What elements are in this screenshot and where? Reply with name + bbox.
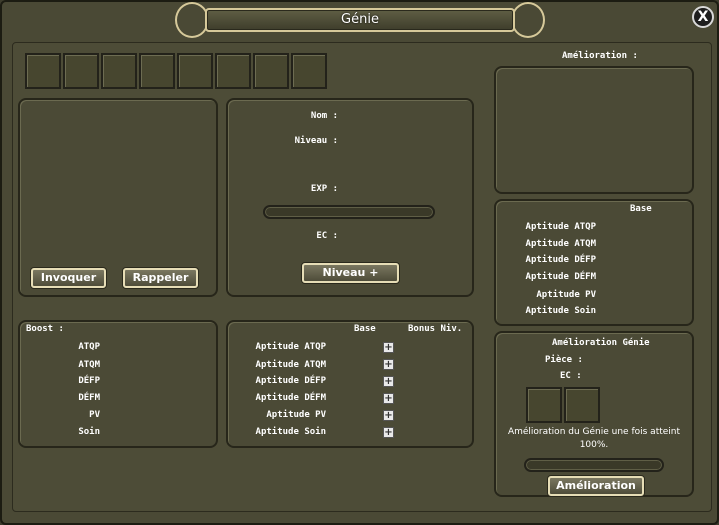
upgrade-title: Amélioration Génie <box>552 338 650 348</box>
genie-slot[interactable] <box>253 53 289 89</box>
title-plate: Génie <box>205 8 515 32</box>
invoke-button[interactable]: Invoquer <box>31 268 106 288</box>
aptitude-plus-icon[interactable]: + <box>383 376 394 387</box>
genie-slot[interactable] <box>25 53 61 89</box>
title-bar[interactable]: Génie <box>175 2 545 38</box>
genie-slot[interactable] <box>139 53 175 89</box>
base-aptitude-item: Aptitude DÉFM <box>525 272 596 282</box>
exp-progress-bar <box>263 205 435 219</box>
upgrade-message-line-2: 100%. <box>579 440 609 450</box>
close-icon[interactable]: X <box>692 6 714 28</box>
base-header: Base <box>630 204 652 214</box>
recall-button[interactable]: Rappeler <box>123 268 198 288</box>
upgrade-ec-label: EC : <box>560 371 582 381</box>
upgrade-button[interactable]: Amélioration <box>548 476 644 496</box>
boost-item: ATQM <box>78 360 100 370</box>
aptitude-plus-icon[interactable]: + <box>383 359 394 370</box>
piece-label: Pièce : <box>545 355 583 365</box>
name-label: Nom : <box>310 111 338 121</box>
boost-title: Boost : <box>26 324 64 334</box>
exp-label: EXP : <box>310 184 338 194</box>
aptitude-item: Aptitude DÉFM <box>255 393 326 403</box>
boost-item: Soin <box>78 427 100 437</box>
upgrade-message-line-1: Amélioration du Génie une fois atteint <box>507 427 681 437</box>
genie-slot[interactable] <box>291 53 327 89</box>
boost-item: ATQP <box>78 342 100 352</box>
amelioration-title: Amélioration : <box>562 51 638 61</box>
aptitude-base-header: Base <box>354 324 376 334</box>
base-aptitude-item: Aptitude ATQM <box>525 239 596 249</box>
aptitude-plus-icon[interactable]: + <box>383 393 394 404</box>
level-up-button[interactable]: Niveau + <box>302 263 399 283</box>
aptitude-plus-icon[interactable]: + <box>383 342 394 353</box>
level-label: Niveau : <box>294 136 338 146</box>
window-title: Génie <box>341 12 379 27</box>
aptitude-bonus-header: Bonus Niv. <box>408 324 463 334</box>
upgrade-progress-bar <box>524 458 664 472</box>
aptitude-plus-icon[interactable]: + <box>383 427 394 438</box>
upgrade-piece-slot[interactable] <box>526 387 562 423</box>
aptitude-plus-icon[interactable]: + <box>383 410 394 421</box>
upgrade-piece-slot[interactable] <box>564 387 600 423</box>
aptitude-item: Aptitude ATQM <box>255 360 326 370</box>
aptitude-item: Aptitude DÉFP <box>255 376 326 386</box>
boost-item: PV <box>89 410 100 420</box>
aptitude-item: Aptitude Soin <box>255 427 326 437</box>
aptitude-item: Aptitude ATQP <box>255 342 326 352</box>
boost-item: DÉFP <box>78 376 100 386</box>
base-aptitude-item: Aptitude ATQP <box>525 222 596 232</box>
boost-item: DÉFM <box>78 393 100 403</box>
amelioration-preview-panel <box>494 66 694 194</box>
base-aptitude-item: Aptitude Soin <box>525 306 596 316</box>
base-aptitude-item: Aptitude DÉFP <box>525 255 596 265</box>
genie-slot[interactable] <box>63 53 99 89</box>
genie-slot[interactable] <box>101 53 137 89</box>
title-ornament-left <box>175 2 209 38</box>
genie-slot[interactable] <box>177 53 213 89</box>
title-ornament-right <box>511 2 545 38</box>
genie-slot[interactable] <box>215 53 251 89</box>
ec-label: EC : <box>316 231 338 241</box>
base-aptitude-item: Aptitude PV <box>536 290 596 300</box>
aptitude-item: Aptitude PV <box>266 410 326 420</box>
